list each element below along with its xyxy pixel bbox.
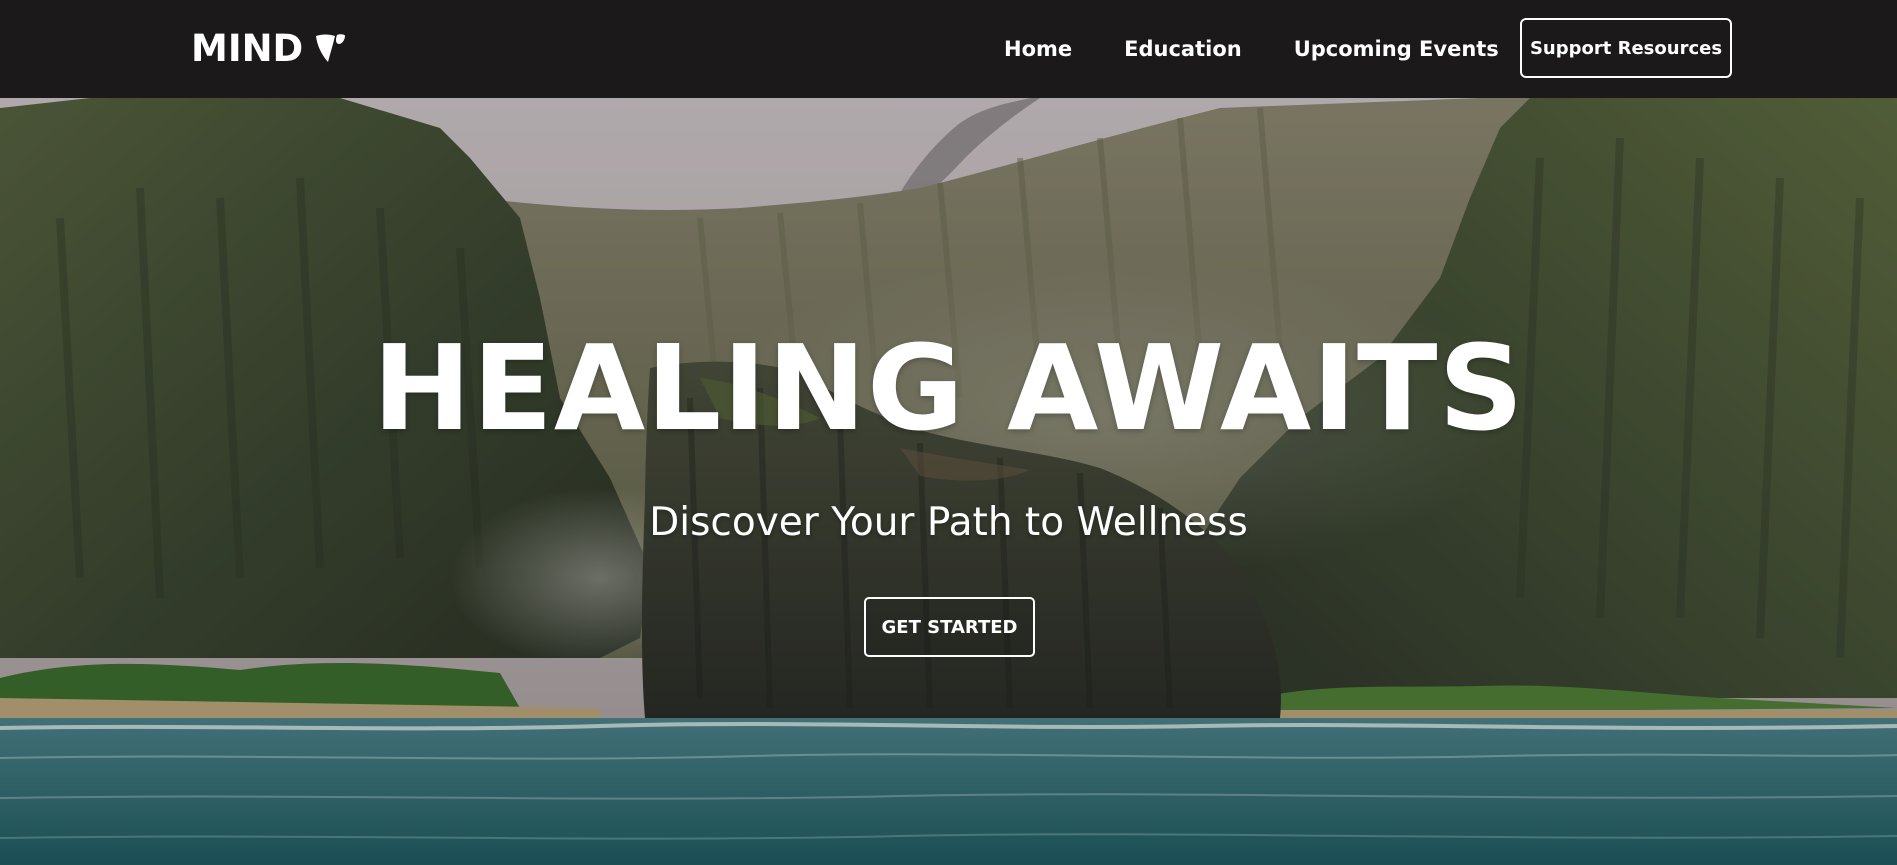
typo3-logo-icon — [313, 32, 347, 66]
brand-logo-link[interactable]: MIND — [191, 26, 347, 72]
nav-link-home[interactable]: Home — [1004, 37, 1072, 61]
hero-overlay — [0, 98, 1897, 865]
brand-name: MIND — [191, 27, 304, 70]
page: MIND Home Education Upcoming Events Supp… — [0, 0, 1897, 865]
get-started-button[interactable]: GET STARTED — [864, 597, 1035, 657]
hero-section: HEALING AWAITS Discover Your Path to Wel… — [0, 98, 1897, 865]
hero-subtitle: Discover Your Path to Wellness — [649, 500, 1248, 545]
hero-title: HEALING AWAITS — [372, 319, 1525, 457]
support-resources-button[interactable]: Support Resources — [1520, 18, 1732, 78]
main-nav: Home Education Upcoming Events — [978, 0, 1525, 98]
nav-link-education[interactable]: Education — [1124, 37, 1242, 61]
navbar: MIND Home Education Upcoming Events Supp… — [0, 0, 1897, 98]
nav-link-upcoming-events[interactable]: Upcoming Events — [1294, 37, 1499, 61]
